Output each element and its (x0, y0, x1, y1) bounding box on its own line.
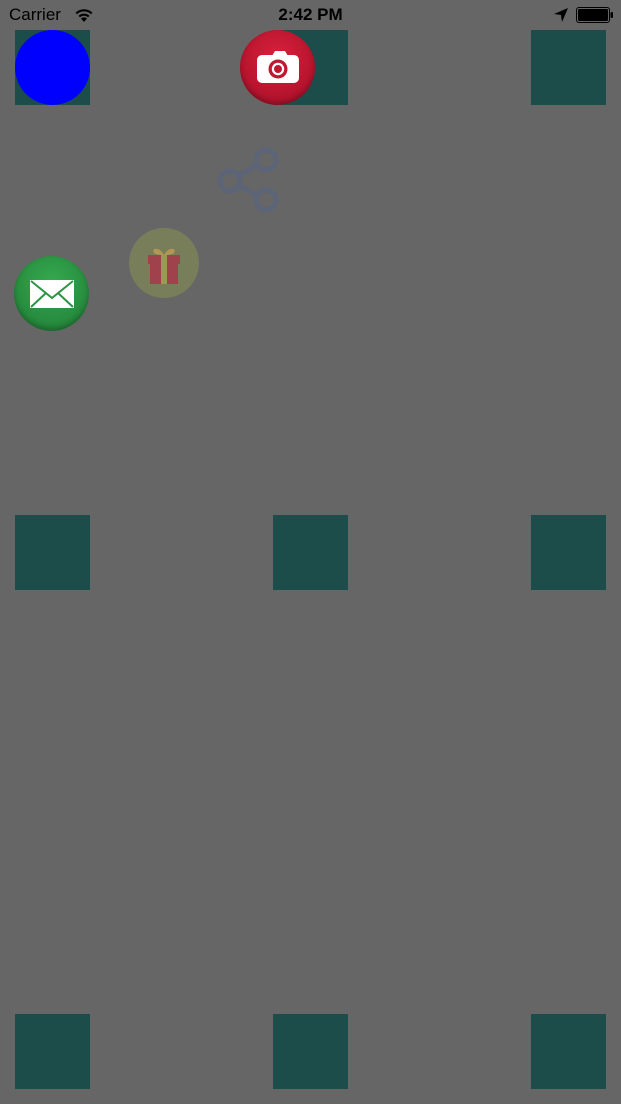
gift-button[interactable] (129, 228, 199, 298)
grid-square-middle-center (273, 515, 348, 590)
gift-icon (148, 248, 180, 284)
location-arrow-icon (554, 8, 568, 22)
share-icon[interactable] (213, 147, 283, 215)
grid-square-top-right (531, 30, 606, 105)
clock-time: 2:42 PM (278, 5, 343, 24)
envelope-icon (30, 280, 74, 308)
mail-button[interactable] (14, 256, 89, 331)
camera-button[interactable] (240, 30, 315, 105)
grid-square-middle-right (531, 515, 606, 590)
battery-icon (576, 7, 613, 23)
grid-square-middle-left (15, 515, 90, 590)
menu-toggle-button[interactable] (15, 30, 90, 105)
status-bar: Carrier 2:42 PM (0, 0, 621, 30)
grid-square-bottom-right (531, 1014, 606, 1089)
camera-icon (257, 51, 299, 83)
grid-square-bottom-center (273, 1014, 348, 1089)
grid-square-bottom-left (15, 1014, 90, 1089)
